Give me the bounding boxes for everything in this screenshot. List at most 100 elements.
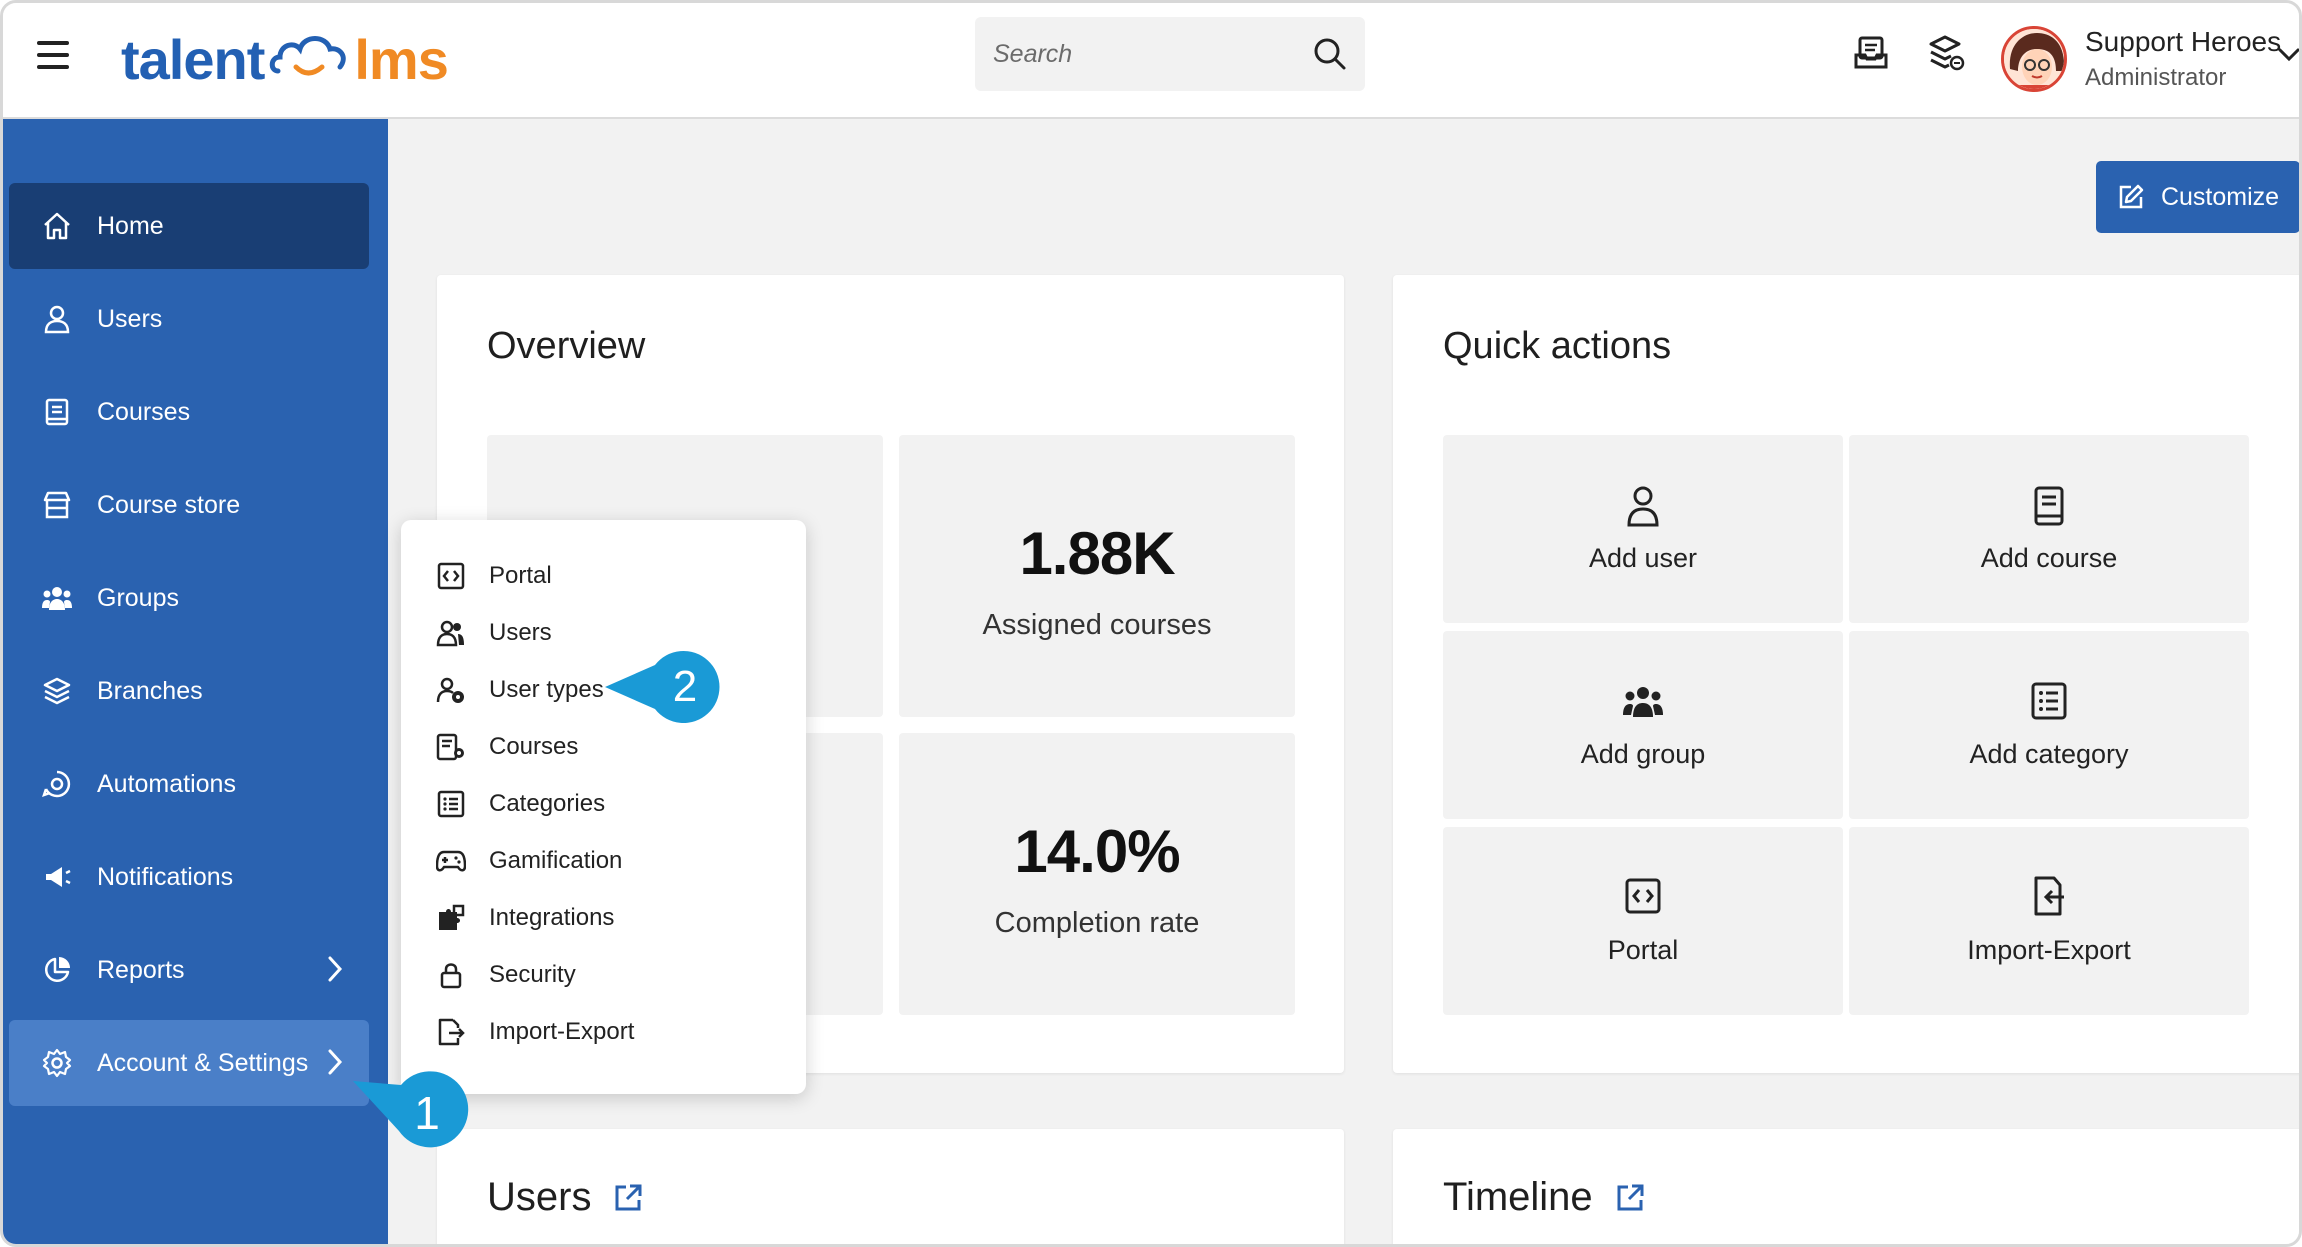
menu-item-label: User types [489, 676, 604, 703]
quick-actions-title: Quick actions [1443, 325, 1672, 367]
lock-icon [435, 959, 467, 991]
menu-item-gamification[interactable]: Gamification [435, 839, 622, 883]
search-icon[interactable] [1313, 37, 1347, 71]
external-link-icon[interactable] [1615, 1183, 1645, 1213]
users-card: Users [437, 1129, 1344, 1244]
home-icon [37, 206, 77, 246]
store-icon [37, 485, 77, 525]
user-name: Support Heroes [2085, 26, 2282, 57]
external-link-icon[interactable] [613, 1183, 643, 1213]
quick-action-label: Add course [1980, 543, 2118, 573]
customize-label: Customize [2160, 182, 2280, 211]
add-group-button[interactable]: Add group [1443, 631, 1843, 819]
group-icon [1443, 683, 1843, 721]
customize-button[interactable]: Customize [2096, 161, 2299, 233]
chevron-right-icon [328, 1049, 343, 1075]
chevron-down-icon[interactable] [2277, 47, 2301, 63]
logo-text-right: lms [354, 27, 448, 91]
branches-switch-icon[interactable] [1925, 33, 1965, 73]
sidebar-item-automations[interactable]: Automations [9, 741, 369, 827]
sidebar-item-courses[interactable]: Courses [9, 369, 369, 455]
callout-number: 2 [673, 662, 697, 711]
menu-item-security[interactable]: Security [435, 953, 576, 997]
menu-item-label: Import-Export [489, 1018, 635, 1045]
menu-item-label: Security [489, 961, 576, 988]
stat-label: Assigned courses [982, 609, 1212, 641]
user-menu[interactable]: Support Heroes Administrator [1989, 11, 2301, 107]
user-icon [37, 299, 77, 339]
add-category-button[interactable]: Add category [1849, 631, 2249, 819]
callout-badge-2: 2 [605, 651, 720, 723]
logo-text-left: talent [121, 27, 265, 91]
menu-item-integrations[interactable]: Integrations [435, 896, 614, 940]
messages-icon[interactable] [1851, 33, 1891, 73]
menu-item-categories[interactable]: Categories [435, 782, 605, 826]
sidebar-item-label: Users [97, 304, 163, 333]
menu-item-portal[interactable]: Portal [435, 554, 552, 598]
menu-item-import-export[interactable]: Import-Export [435, 1010, 634, 1054]
import-export-button[interactable]: Import-Export [1849, 827, 2249, 1015]
add-course-button[interactable]: Add course [1849, 435, 2249, 623]
stat-tile-assigned-courses[interactable]: 1.88K Assigned courses [899, 435, 1295, 717]
sidebar-item-label: Notifications [97, 862, 234, 891]
sidebar-item-users[interactable]: Users [9, 276, 369, 362]
chevron-right-icon [328, 956, 343, 982]
menu-item-courses[interactable]: Courses [435, 725, 578, 769]
talentlms-logo[interactable]: talent lms [121, 23, 449, 95]
menu-item-label: Courses [489, 733, 579, 760]
sidebar-item-groups[interactable]: Groups [9, 555, 369, 641]
group-icon [37, 578, 77, 618]
search-input[interactable]: Search [975, 17, 1365, 91]
app-window: talent lms Search Support Heroes Adminis… [0, 0, 2302, 1247]
quick-action-label: Import-Export [1967, 935, 2131, 965]
cloud-icon [270, 36, 347, 76]
menu-item-label: Categories [489, 790, 606, 817]
book-icon [1849, 485, 2249, 527]
quick-action-label: Add category [1969, 739, 2129, 769]
portal-button[interactable]: Portal [1443, 827, 1843, 1015]
stat-tile-completion-rate[interactable]: 14.0% Completion rate [899, 733, 1295, 1015]
add-user-button[interactable]: Add user [1443, 435, 1843, 623]
portal-icon [1443, 877, 1843, 915]
timeline-card: Timeline [1393, 1129, 2299, 1244]
sidebar-item-notifications[interactable]: Notifications [9, 834, 369, 920]
list-icon [1849, 681, 2249, 721]
sidebar-item-branches[interactable]: Branches [9, 648, 369, 734]
sidebar-item-label: Branches [97, 676, 203, 705]
menu-item-user-types[interactable]: User types [435, 668, 604, 712]
callout-badge-1: 1 [353, 1071, 469, 1148]
overview-title: Overview [487, 325, 646, 367]
add-user-icon [1443, 485, 1843, 527]
sidebar-item-course-store[interactable]: Course store [9, 462, 369, 548]
gamepad-icon [435, 845, 467, 877]
sidebar-item-home[interactable]: Home [9, 183, 369, 269]
gear-icon [37, 1043, 77, 1083]
menu-item-label: Gamification [489, 847, 623, 874]
search-placeholder: Search [993, 39, 1073, 68]
timeline-section-title: Timeline [1443, 1175, 1593, 1219]
menu-item-users[interactable]: Users [435, 611, 552, 655]
menu-icon[interactable] [37, 41, 69, 69]
sidebar-item-label: Reports [97, 955, 185, 984]
callout-number: 1 [414, 1087, 440, 1139]
automation-icon [37, 764, 77, 804]
sidebar-item-label: Groups [97, 583, 179, 612]
sidebar: Home Users Courses Course store Groups B… [3, 119, 388, 1244]
puzzle-icon [435, 902, 467, 934]
layers-icon [37, 671, 77, 711]
import-export-icon [1849, 875, 2249, 917]
menu-item-label: Portal [489, 562, 552, 589]
avatar [2001, 26, 2067, 92]
user-role: Administrator [2085, 64, 2227, 91]
pie-chart-icon [37, 950, 77, 990]
menu-item-label: Users [489, 619, 552, 646]
menu-item-label: Integrations [489, 904, 615, 931]
edit-icon [2119, 184, 2144, 209]
quick-action-label: Add user [1588, 543, 1698, 573]
stat-value: 14.0% [1014, 818, 1180, 885]
account-settings-menu: Portal Users User types Courses Categori… [401, 520, 806, 1094]
list-icon [435, 788, 467, 820]
sidebar-item-account-settings[interactable]: Account & Settings [9, 1020, 369, 1106]
sidebar-item-label: Account & Settings [97, 1048, 309, 1077]
sidebar-item-reports[interactable]: Reports [9, 927, 369, 1013]
